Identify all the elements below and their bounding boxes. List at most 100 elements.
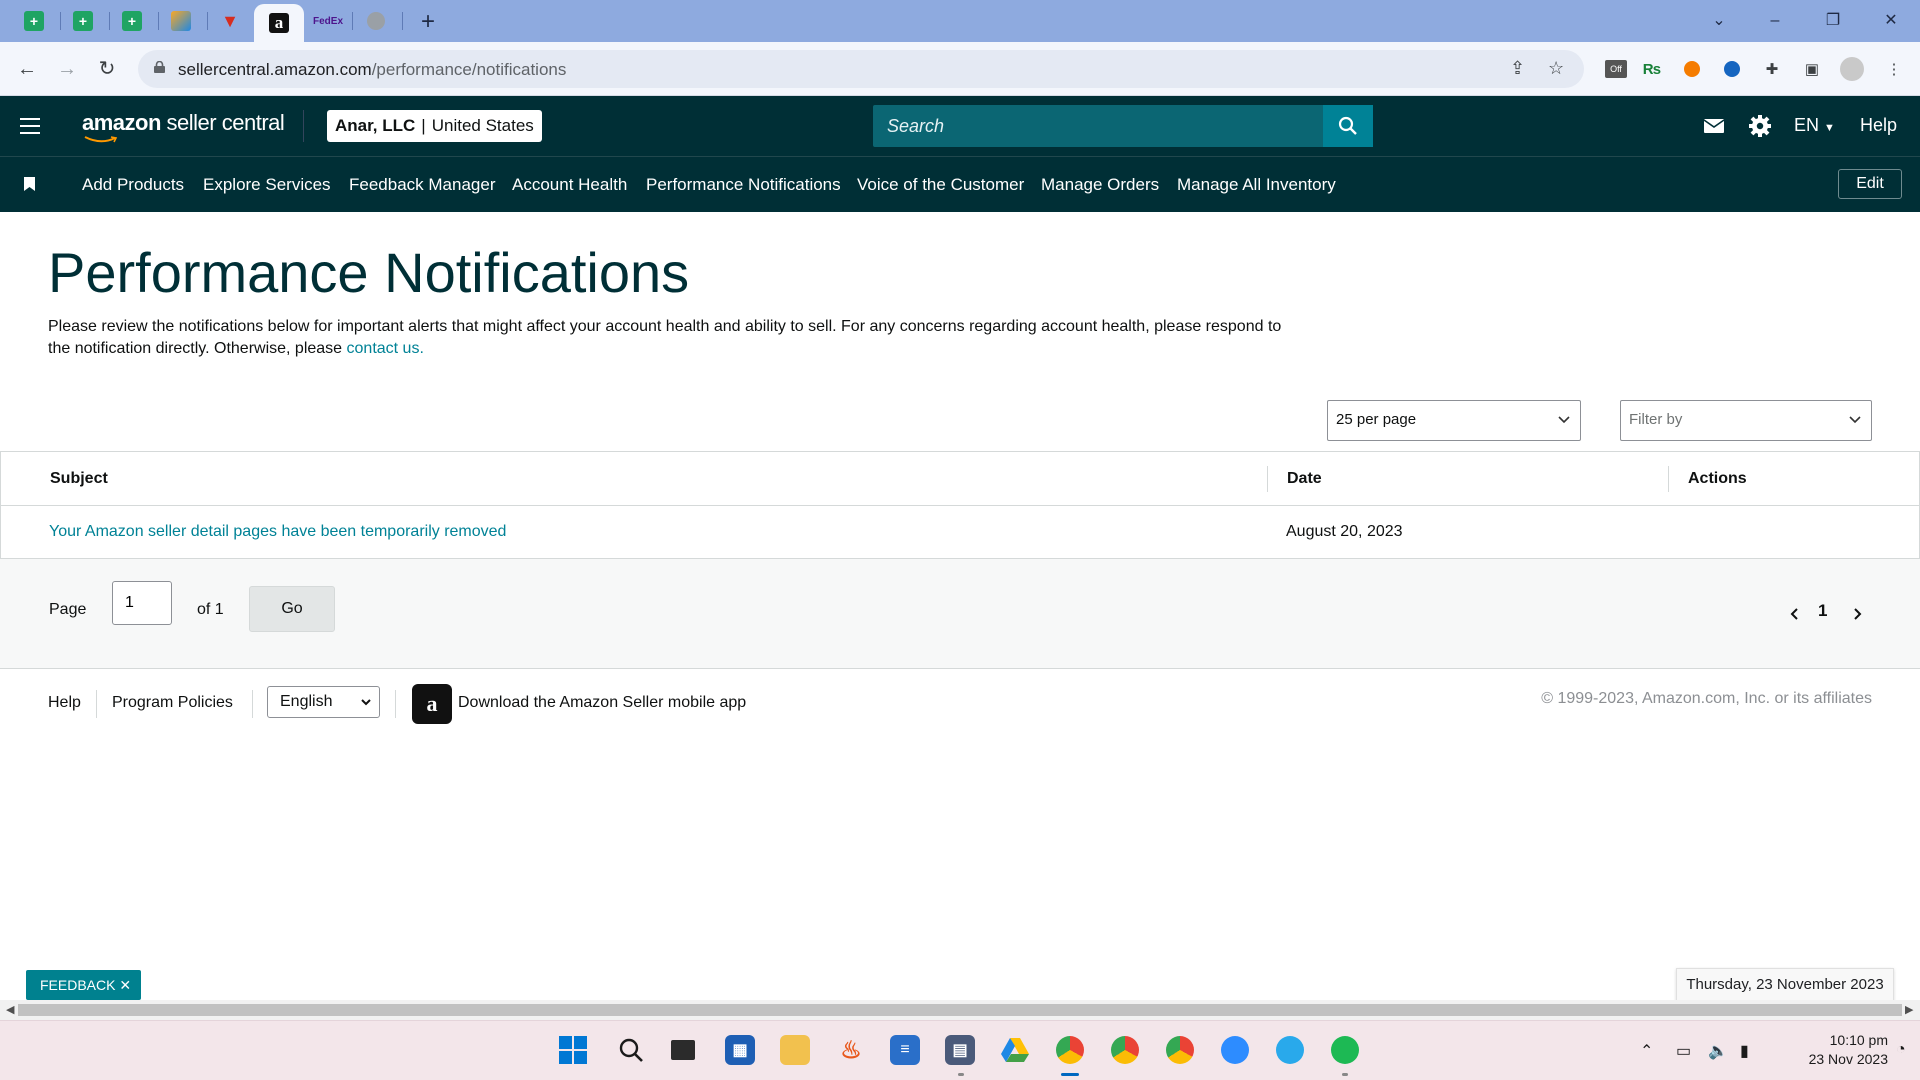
filter-select[interactable]: Filter by	[1620, 400, 1872, 441]
calculator-icon[interactable]: ▤	[945, 1035, 975, 1065]
lock-icon	[154, 61, 165, 73]
forward-icon[interactable]: →	[52, 54, 82, 84]
edit-nav-button[interactable]: Edit	[1838, 169, 1902, 199]
reload-icon[interactable]: ↻	[92, 54, 122, 84]
footer-language-select[interactable]: English	[267, 686, 380, 718]
battery-icon[interactable]: ▮	[1740, 1041, 1749, 1061]
tab-search-icon[interactable]: ⌄	[1696, 6, 1742, 36]
horizontal-scrollbar[interactable]: ◀ ▶	[0, 1000, 1920, 1020]
firefox-icon[interactable]: ♨	[836, 1035, 866, 1065]
bookmark-star-icon[interactable]: ☆	[1548, 58, 1564, 79]
windows-taskbar: ▦ ♨ ≡ ▤ ⌃ ▭ 🔈 ▮ 10:10 pm 23 Nov 2023 ◔	[0, 1020, 1920, 1080]
contact-us-link[interactable]: contact us.	[347, 340, 424, 357]
nav-item-voice-of-customer[interactable]: Voice of the Customer	[857, 175, 1024, 195]
minimize-icon[interactable]: –	[1752, 6, 1798, 36]
browser-tab[interactable]: +	[108, 4, 156, 38]
account-switcher[interactable]: Anar, LLC | United States	[327, 110, 542, 142]
nav-item-feedback-manager[interactable]: Feedback Manager	[349, 175, 495, 195]
network-icon[interactable]: ▭	[1676, 1041, 1691, 1061]
per-page-select[interactable]: 25 per page	[1327, 400, 1581, 441]
browser-tab[interactable]	[352, 4, 400, 38]
column-header-subject[interactable]: Subject	[50, 470, 108, 488]
scroll-left-icon[interactable]: ◀	[6, 1003, 14, 1016]
seller-central-header: amazon seller central Anar, LLC | United S…	[0, 96, 1920, 156]
nav-item-account-health[interactable]: Account Health	[512, 175, 627, 195]
browser-tab-active[interactable]: a	[254, 4, 304, 42]
browser-tab[interactable]: FedEx	[304, 4, 352, 38]
search-icon[interactable]	[616, 1035, 646, 1065]
nav-item-manage-inventory[interactable]: Manage All Inventory	[1177, 175, 1336, 195]
restore-icon[interactable]: ❐	[1810, 6, 1856, 36]
tray-overflow-icon[interactable]: ⌃	[1640, 1041, 1653, 1061]
extension-icon[interactable]: Off	[1604, 57, 1628, 81]
notepad-icon[interactable]: ≡	[890, 1035, 920, 1065]
mail-icon[interactable]	[1702, 114, 1726, 138]
nav-item-add-products[interactable]: Add Products	[82, 175, 184, 195]
nav-item-manage-orders[interactable]: Manage Orders	[1041, 175, 1159, 195]
windows-start-icon[interactable]	[558, 1035, 588, 1065]
browser-tab[interactable]: ▼	[206, 4, 254, 38]
google-drive-icon[interactable]	[1000, 1035, 1030, 1065]
browser-tab[interactable]	[157, 4, 205, 38]
back-icon[interactable]: ←	[12, 54, 42, 84]
extensions-puzzle-icon[interactable]: ✚	[1760, 57, 1784, 81]
nav-item-explore-services[interactable]: Explore Services	[203, 175, 331, 195]
task-view-icon[interactable]	[668, 1035, 698, 1065]
chrome-icon[interactable]	[1055, 1035, 1085, 1065]
footer-help-link[interactable]: Help	[48, 694, 81, 712]
search-input[interactable]	[873, 105, 1323, 147]
footer-divider	[395, 690, 396, 718]
scroll-right-icon[interactable]: ▶	[1905, 1003, 1913, 1016]
date-tooltip: Thursday, 23 November 2023	[1676, 968, 1894, 1002]
notification-subject-link[interactable]: Your Amazon seller detail pages have bee…	[49, 523, 506, 541]
chrome-icon[interactable]	[1165, 1035, 1195, 1065]
notifications-icon[interactable]: ◔	[1896, 1041, 1906, 1059]
chevron-left-icon[interactable]	[1788, 607, 1802, 621]
chevron-down-icon	[1558, 416, 1570, 424]
file-explorer-icon[interactable]	[780, 1035, 810, 1065]
column-header-date[interactable]: Date	[1287, 470, 1322, 488]
close-icon[interactable]: ✕	[119, 977, 131, 993]
page-total-label: of 1	[197, 601, 224, 618]
seller-central-logo[interactable]: amazon seller central	[82, 110, 285, 136]
address-bar[interactable]: sellercentral.amazon.com/performance/not…	[138, 50, 1584, 88]
taskbar-clock[interactable]: 10:10 pm 23 Nov 2023	[1770, 1031, 1888, 1069]
amazon-icon: a	[269, 13, 289, 33]
amazon-smile-icon	[84, 136, 118, 143]
browser-menu-icon[interactable]: ⋮	[1882, 57, 1906, 81]
go-button[interactable]: Go	[249, 586, 335, 632]
feedback-button[interactable]: FEEDBACK ✕	[26, 970, 141, 1000]
footer-program-policies-link[interactable]: Program Policies	[112, 694, 233, 712]
amazon-app-icon[interactable]: a	[412, 684, 452, 724]
new-tab-button[interactable]: +	[414, 9, 442, 37]
browser-tab[interactable]: +	[59, 4, 107, 38]
zoom-icon[interactable]	[1220, 1035, 1250, 1065]
current-page-number[interactable]: 1	[1818, 601, 1827, 621]
search-button[interactable]	[1323, 105, 1373, 147]
telegram-icon[interactable]	[1275, 1035, 1305, 1065]
scrollbar-thumb[interactable]	[18, 1004, 1902, 1016]
header-help-link[interactable]: Help	[1860, 115, 1897, 136]
chrome-icon[interactable]	[1110, 1035, 1140, 1065]
hamburger-menu-icon[interactable]	[20, 118, 40, 134]
spotify-icon[interactable]	[1330, 1035, 1360, 1065]
page-number-input[interactable]	[112, 581, 172, 625]
share-icon[interactable]: ⇪	[1510, 58, 1525, 79]
header-divider	[1, 505, 1919, 506]
store-icon[interactable]: ▦	[725, 1035, 755, 1065]
notifications-table: Subject Date Actions Your Amazon seller …	[0, 451, 1920, 559]
settings-gear-icon[interactable]	[1748, 114, 1772, 138]
volume-icon[interactable]: 🔈	[1708, 1041, 1728, 1061]
side-panel-icon[interactable]: ▣	[1800, 57, 1824, 81]
chevron-right-icon[interactable]	[1850, 607, 1864, 621]
bookmark-icon[interactable]	[24, 177, 35, 191]
browser-tab[interactable]: +	[10, 4, 58, 38]
extension-icon[interactable]	[1680, 57, 1704, 81]
language-switcher[interactable]: EN ▼	[1794, 115, 1835, 136]
extension-icon[interactable]	[1720, 57, 1744, 81]
profile-avatar[interactable]	[1840, 57, 1864, 81]
nav-item-performance-notifications[interactable]: Performance Notifications	[646, 175, 841, 195]
extension-icon[interactable]: ₨	[1640, 57, 1664, 81]
close-window-icon[interactable]: ✕	[1868, 6, 1914, 36]
mobile-app-link[interactable]: Download the Amazon Seller mobile app	[458, 694, 746, 712]
